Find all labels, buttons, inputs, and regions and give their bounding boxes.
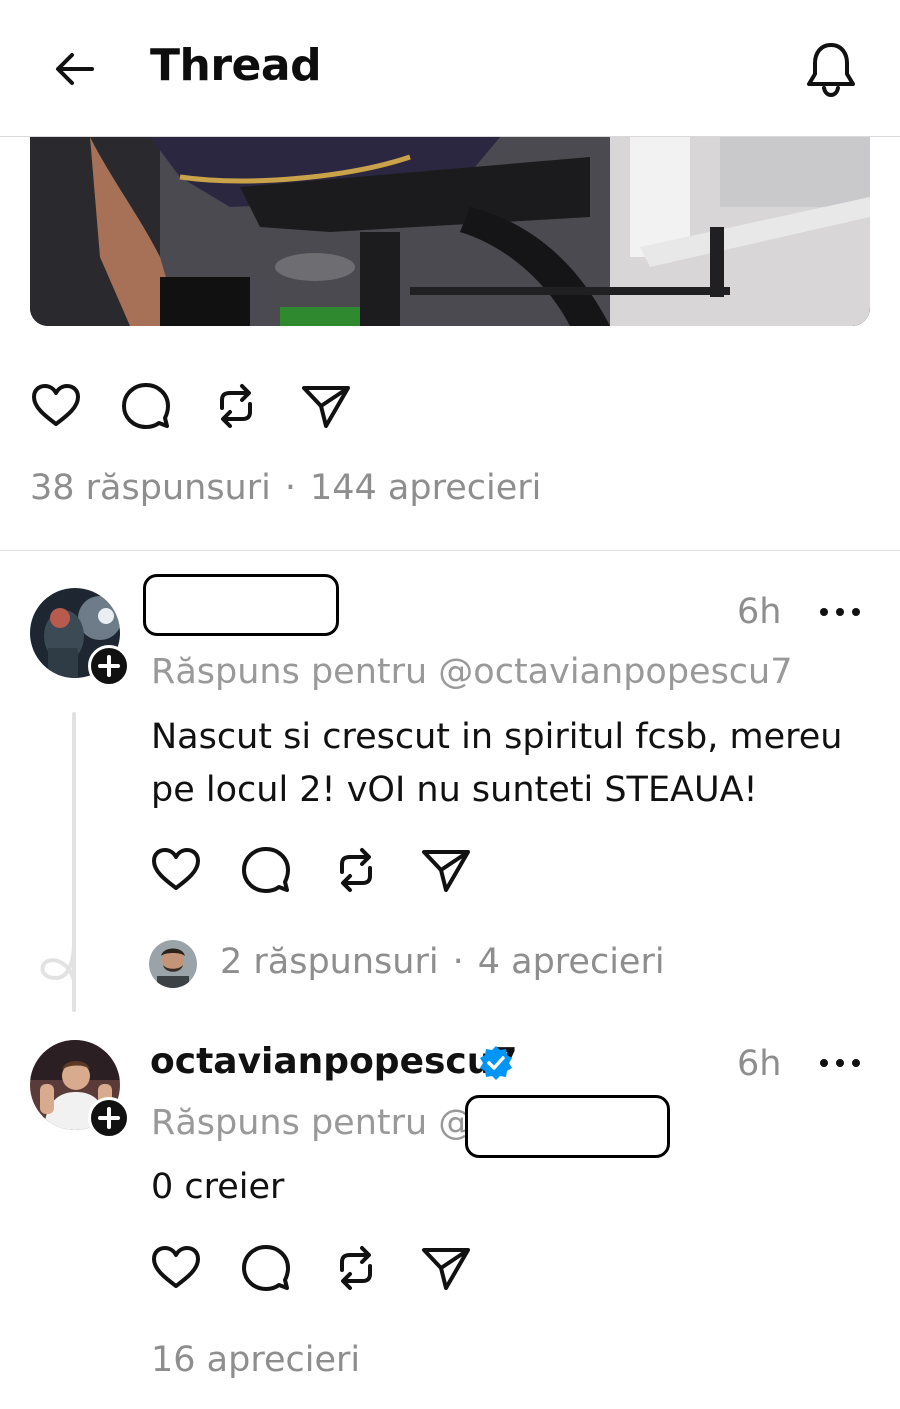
comment-icon: [242, 847, 290, 893]
reply-actions: [148, 842, 488, 902]
follow-button[interactable]: [88, 645, 130, 687]
reply-text: Nascut si crescut in spiritul fcsb, mere…: [151, 717, 843, 810]
redacted-username: [465, 1095, 670, 1158]
send-icon: [422, 850, 470, 892]
reply-text: 0 creier: [151, 1167, 285, 1207]
comment-button[interactable]: [118, 378, 174, 434]
send-icon: [302, 386, 350, 428]
like-button[interactable]: [148, 842, 204, 898]
replier-avatar[interactable]: [149, 940, 197, 988]
username[interactable]: octavianpopescu7: [150, 1041, 517, 1082]
comment-icon: [242, 1245, 290, 1291]
heart-icon: [152, 1246, 200, 1288]
repost-button[interactable]: [208, 378, 264, 434]
post-image[interactable]: [30, 137, 870, 326]
likes-count[interactable]: 16 aprecieri: [151, 1340, 360, 1380]
comment-button[interactable]: [238, 1240, 294, 1296]
gym-photo-illustration: [30, 137, 870, 326]
plus-icon: [98, 655, 120, 677]
thread-curl-icon: [40, 942, 76, 982]
separator: ·: [452, 942, 464, 982]
more-icon: [820, 608, 860, 616]
back-button[interactable]: [50, 44, 100, 94]
send-icon: [422, 1248, 470, 1290]
share-button[interactable]: [418, 842, 474, 898]
share-button[interactable]: [298, 378, 354, 434]
notifications-button[interactable]: [800, 38, 862, 100]
repost-icon: [340, 848, 372, 892]
more-options-button[interactable]: [815, 592, 865, 632]
more-icon: [820, 1059, 860, 1067]
avatar-image: [149, 940, 197, 988]
plus-icon: [98, 1107, 120, 1129]
comment-icon: [122, 383, 170, 429]
follow-button[interactable]: [88, 1097, 130, 1139]
likes-count[interactable]: 144 aprecieri: [310, 468, 541, 508]
likes-count[interactable]: 4 aprecieri: [478, 942, 665, 982]
timestamp: 6h: [737, 592, 782, 632]
repost-button[interactable]: [328, 1240, 384, 1296]
heart-icon: [152, 848, 200, 890]
reply-actions: [148, 1240, 488, 1300]
reply-stats: 16 aprecieri: [151, 1340, 360, 1380]
repost-button[interactable]: [328, 842, 384, 898]
reply-to-label[interactable]: Răspuns pentru @octavianpopescu7: [151, 652, 793, 692]
replies-count[interactable]: 2 răspunsuri: [220, 942, 439, 982]
reply-to-label[interactable]: Răspuns pentru @: [151, 1103, 473, 1143]
comment-button[interactable]: [238, 842, 294, 898]
more-options-button[interactable]: [815, 1043, 865, 1083]
arrow-left-icon: [56, 53, 94, 85]
timestamp: 6h: [737, 1044, 782, 1084]
verified-badge-icon: [480, 1046, 512, 1080]
repost-icon: [340, 1246, 372, 1290]
page-title: Thread: [150, 40, 322, 91]
top-bar: Thread: [0, 0, 900, 137]
post-actions: [28, 378, 368, 438]
repost-icon: [220, 384, 252, 428]
divider: [0, 550, 900, 551]
like-button[interactable]: [148, 1240, 204, 1296]
like-button[interactable]: [28, 378, 84, 434]
post-stats: 38 răspunsuri · 144 aprecieri: [30, 468, 541, 508]
share-button[interactable]: [418, 1240, 474, 1296]
reply-stats: 2 răspunsuri · 4 aprecieri: [220, 942, 665, 982]
heart-icon: [32, 384, 80, 426]
redacted-username: [143, 574, 339, 636]
replies-count[interactable]: 38 răspunsuri: [30, 468, 271, 508]
bell-icon: [807, 43, 855, 98]
separator: ·: [284, 468, 296, 508]
